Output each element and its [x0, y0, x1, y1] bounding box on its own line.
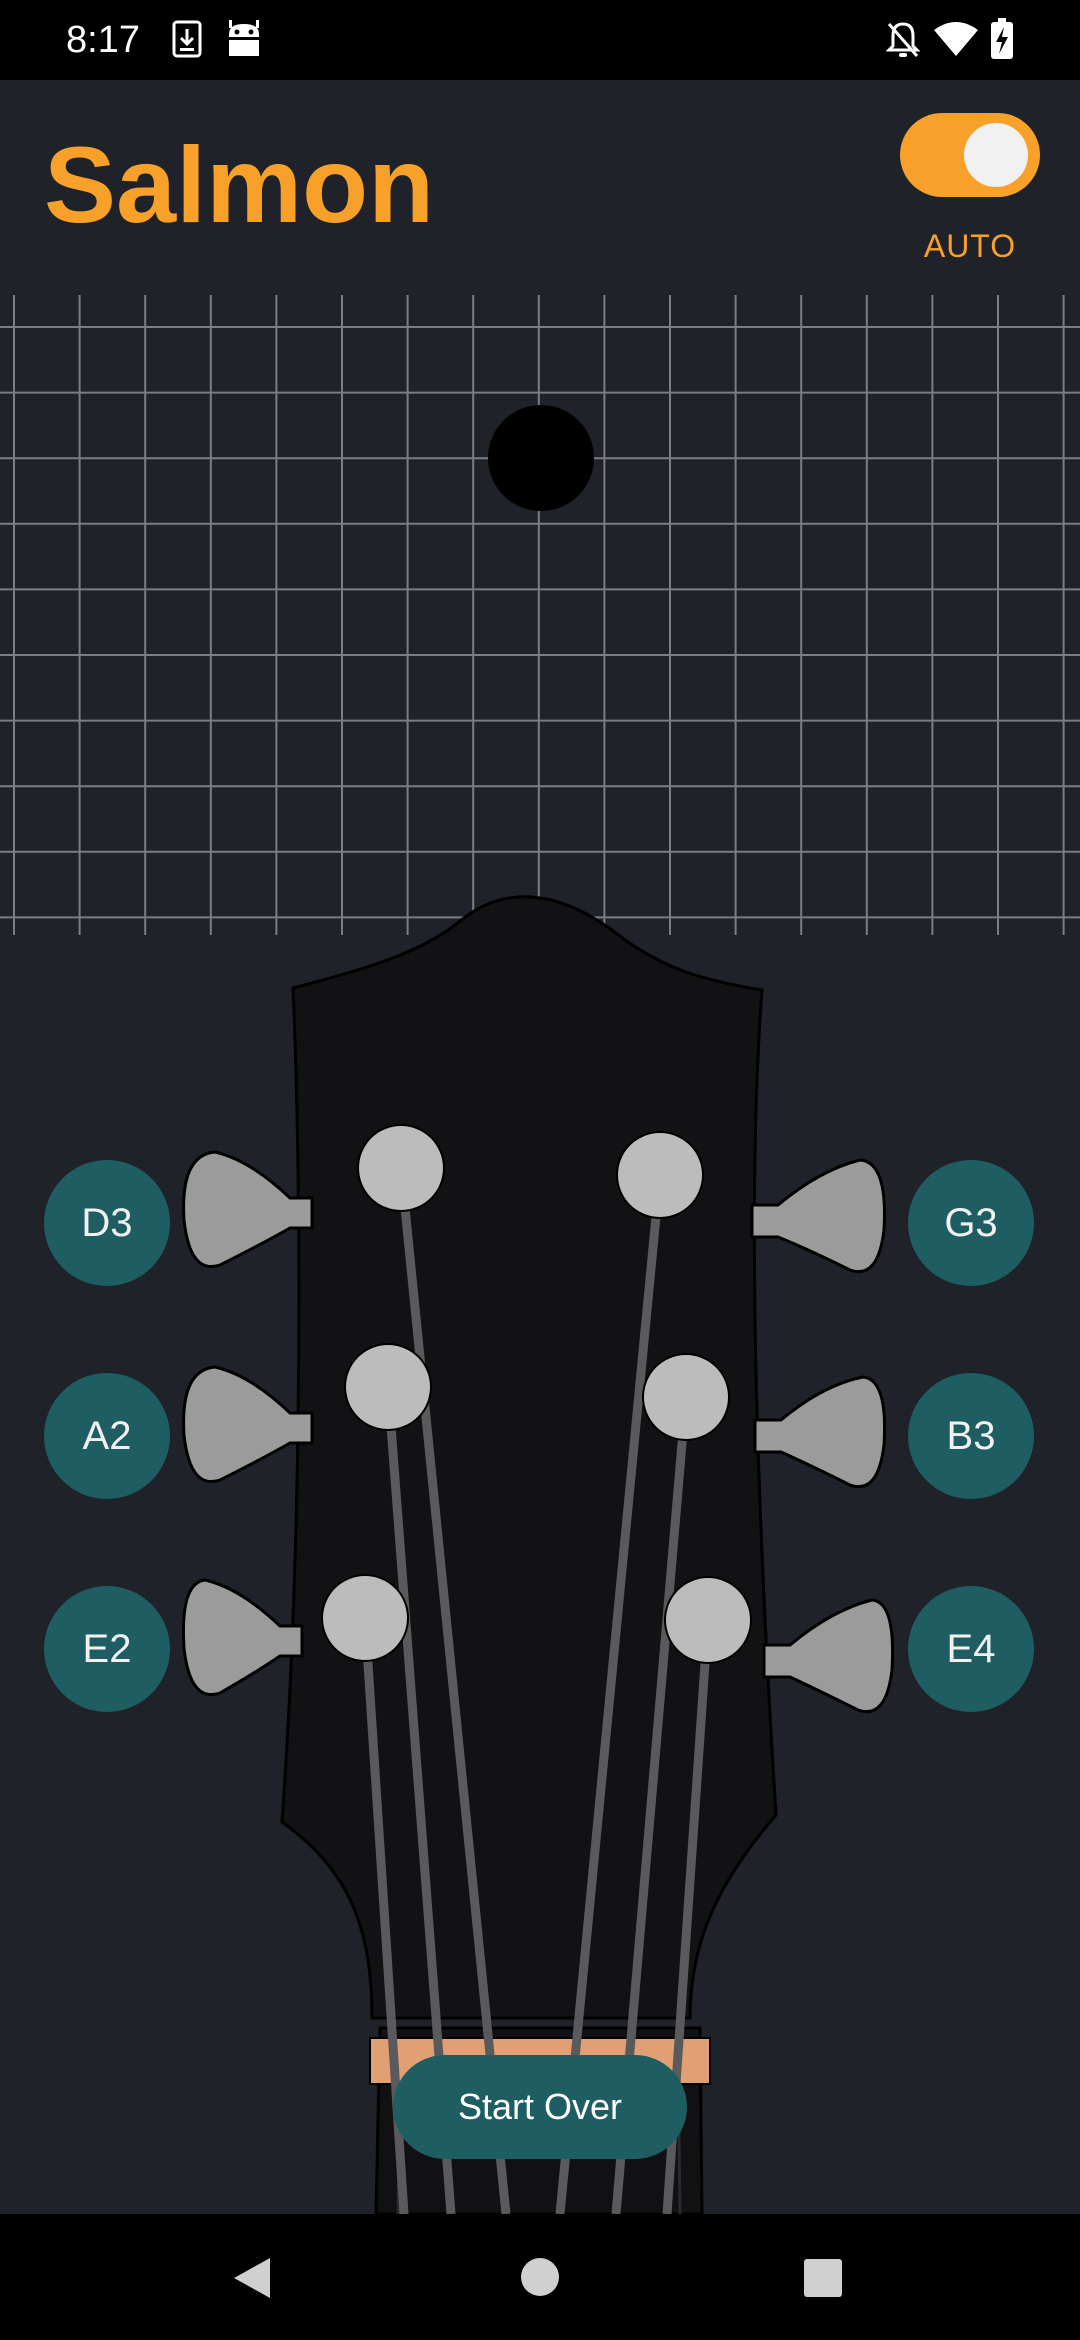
string-button-e4[interactable]: E4	[908, 1586, 1034, 1712]
start-over-button[interactable]: Start Over	[393, 2055, 687, 2159]
back-icon[interactable]	[232, 2256, 272, 2300]
recents-icon[interactable]	[803, 2258, 843, 2298]
home-icon[interactable]	[520, 2257, 560, 2297]
string-button-a2[interactable]: A2	[44, 1373, 170, 1499]
string-button-b3[interactable]: B3	[908, 1373, 1034, 1499]
string-button-d3[interactable]: D3	[44, 1160, 170, 1286]
guitar-headstock	[181, 895, 895, 2214]
string-button-e2[interactable]: E2	[44, 1586, 170, 1712]
navigation-bar	[0, 2214, 1080, 2340]
string-button-g3[interactable]: G3	[908, 1160, 1034, 1286]
